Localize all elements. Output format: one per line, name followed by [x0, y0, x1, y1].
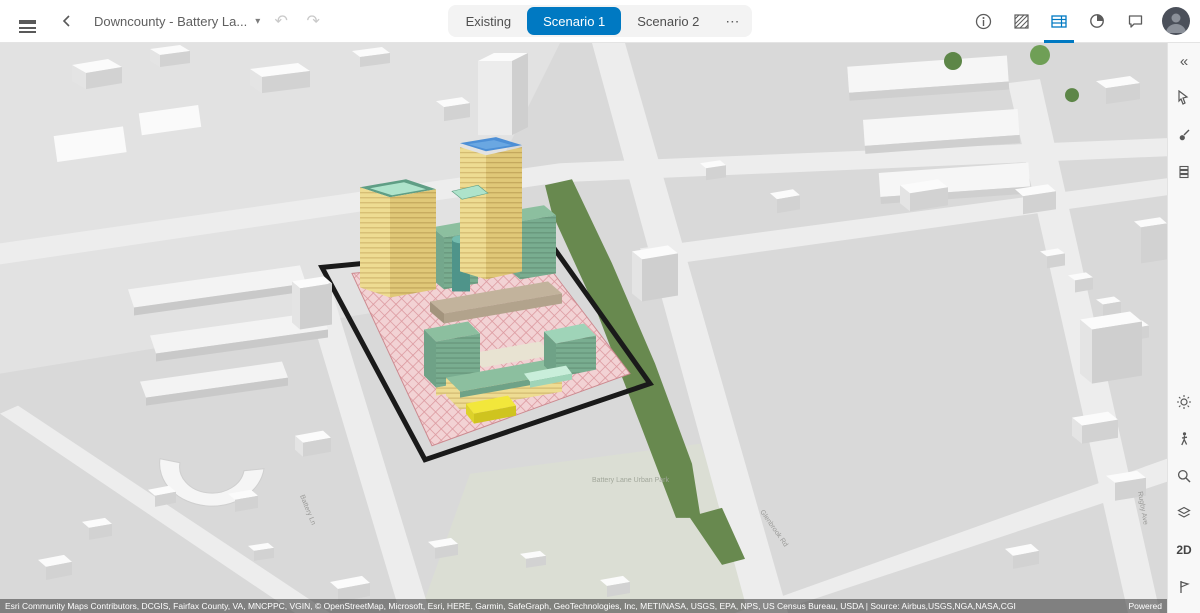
donut-chart-icon — [1088, 12, 1106, 30]
park-label: Battery Lane Urban Park — [592, 477, 669, 484]
floors-tool-button[interactable] — [1171, 160, 1197, 184]
chat-bubble-icon — [1127, 13, 1144, 30]
data-table-icon — [1050, 13, 1068, 30]
flag-button[interactable] — [1171, 575, 1197, 599]
redo-button[interactable]: ↷ — [300, 6, 326, 36]
scenario-more-button[interactable]: ⋯ — [715, 7, 750, 35]
basemap-button[interactable] — [1171, 501, 1197, 525]
building-floors-icon — [1176, 164, 1192, 180]
flag-icon — [1176, 579, 1192, 595]
pedestrian-view-button[interactable] — [1171, 427, 1197, 451]
menu-button[interactable] — [10, 6, 44, 36]
back-button[interactable] — [50, 6, 84, 36]
powered-by-text: Powered — [1128, 599, 1162, 613]
plan-title[interactable]: Downcounty - Battery La... — [94, 14, 247, 29]
details-panel-button[interactable] — [1042, 6, 1076, 36]
daylight-button[interactable] — [1171, 390, 1197, 414]
attribution-text: Esri Community Maps Contributors, DCGIS,… — [5, 599, 1016, 613]
tab-scenario-1[interactable]: Scenario 1 — [527, 7, 621, 35]
app-header: Downcounty - Battery La... ▾ ↶ ↷ Existin… — [0, 0, 1200, 43]
user-avatar[interactable] — [1162, 7, 1190, 35]
tower-b — [452, 137, 522, 279]
info-button[interactable] — [966, 6, 1000, 36]
info-icon — [975, 13, 992, 30]
cursor-arrow-icon — [1176, 90, 1192, 106]
walking-person-icon — [1176, 431, 1192, 447]
collapse-panel-button[interactable]: « — [1171, 49, 1197, 73]
map-attribution: Esri Community Maps Contributors, DCGIS,… — [0, 599, 1167, 613]
chevron-left-icon — [59, 13, 75, 29]
comments-button[interactable] — [1118, 6, 1152, 36]
hamburger-icon — [19, 20, 36, 22]
toggle-2d-label: 2D — [1176, 543, 1191, 557]
double-chevron-left-icon: « — [1180, 53, 1188, 70]
magnifier-icon — [1176, 468, 1192, 484]
scene-3d: Battery Ln Battery Lane Urban Park Glenb… — [0, 43, 1167, 613]
map-canvas[interactable]: Battery Ln Battery Lane Urban Park Glenb… — [0, 43, 1167, 613]
sun-icon — [1176, 394, 1192, 410]
person-icon — [1162, 7, 1190, 35]
paint-tool-button[interactable] — [1171, 123, 1197, 147]
chevron-down-icon[interactable]: ▾ — [255, 16, 260, 27]
zoning-button[interactable] — [1004, 6, 1038, 36]
paintbrush-icon — [1176, 127, 1192, 143]
tab-existing[interactable]: Existing — [450, 7, 528, 35]
toggle-2d-button[interactable]: 2D — [1171, 538, 1197, 562]
hatched-square-icon — [1013, 13, 1030, 30]
layers-icon — [1176, 505, 1192, 521]
scenario-switcher: Existing Scenario 1 Scenario 2 ⋯ — [448, 5, 753, 37]
zoom-to-button[interactable] — [1171, 464, 1197, 488]
select-tool-button[interactable] — [1171, 86, 1197, 110]
tower-a — [360, 179, 436, 297]
dashboard-button[interactable] — [1080, 6, 1114, 36]
tab-scenario-2[interactable]: Scenario 2 — [621, 7, 715, 35]
app-window: Downcounty - Battery La... ▾ ↶ ↷ Existin… — [0, 0, 1200, 613]
right-toolbar: « 2D — [1167, 43, 1200, 613]
undo-button[interactable]: ↶ — [268, 6, 294, 36]
